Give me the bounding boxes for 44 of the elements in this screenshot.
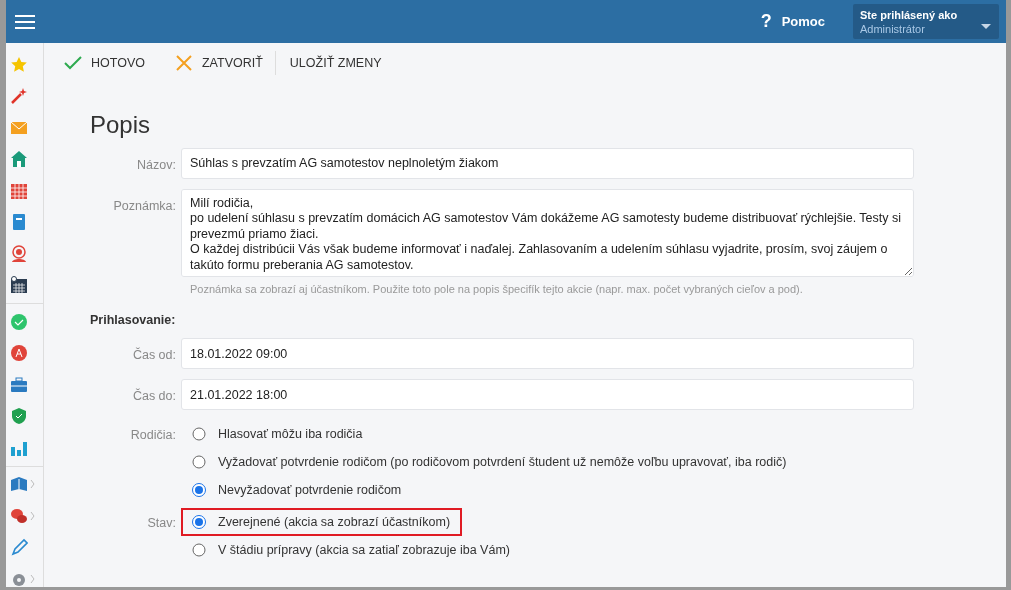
page-title: Popis — [90, 111, 152, 140]
help-icon: ? — [760, 8, 772, 35]
radio-option[interactable]: Zverejnené (akcia sa zobrazí účastníkom) — [181, 508, 463, 537]
grade-badge-icon — [10, 344, 28, 363]
field-label: Poznámka: — [112, 197, 177, 215]
radio-option[interactable]: Hlasovať môžu iba rodičia — [181, 420, 375, 449]
close-icon — [174, 54, 193, 72]
calendar-icon — [10, 181, 28, 200]
briefcase-icon — [10, 375, 28, 394]
star-icon — [10, 55, 28, 74]
section-heading: Prihlasovanie: — [90, 312, 177, 330]
book-icon — [10, 475, 28, 494]
pen-icon — [10, 538, 28, 557]
chevron-icon — [30, 574, 35, 583]
shield-icon — [10, 407, 28, 426]
check-circle-icon — [10, 312, 28, 331]
field-label: Názov: — [136, 156, 177, 174]
note-field[interactable]: Milí rodičia, po udelení súhlasu s prevzatím domácich AG samotestov Vám dokážeme AG samotesty budeme distribuovať rýchlejšie. Testy si prevezmú priamo žiaci. O každej distribúcii Vás však budeme informovať i naďalej. Zahlasovaním a udelením súhlasu vyjadrite, prosím, svoj záujem o takúto formu preberania AG samotestov. — [181, 188, 914, 277]
date-field[interactable]: 18.01.2022 09:00 — [181, 338, 914, 370]
radio-option[interactable]: Vyžadovať potvrdenie rodičom (po rodičovom potvrdení študent už nemôže voľbu upravovať, iba rodič) — [181, 448, 799, 477]
user-dropdown[interactable]: Ste prihlásený ako Administrátor — [853, 4, 999, 39]
magic-wand-icon — [10, 87, 28, 106]
radio-option[interactable]: V štádiu prípravy (akcia sa zatiaľ zobrazuje iba Vám) — [181, 536, 522, 565]
name-field[interactable]: Súhlas s prevzatím AG samotestov neplnoletým žiakom — [181, 147, 914, 179]
done-button[interactable]: HOTOVO — [54, 49, 155, 77]
hint-text: Poznámka sa zobrazí aj účastníkom. Použite toto pole na popis špecifík tejto akcie (napr. max. počet vybraných cieľov a pod). — [189, 281, 804, 297]
chevron-icon — [30, 511, 35, 520]
date-field[interactable]: 21.01.2022 18:00 — [181, 379, 914, 411]
caret-icon — [981, 24, 991, 30]
chevron-icon — [30, 480, 35, 489]
check-icon — [64, 54, 82, 72]
field-label: Čas do: — [131, 387, 177, 406]
person-icon — [10, 244, 28, 263]
field-label: Čas od: — [131, 346, 177, 365]
field-label: Stav: — [146, 515, 177, 533]
close-button[interactable]: ZATVORIŤ — [164, 49, 273, 77]
radio-option[interactable]: Nevyžadovať potvrdenie rodičom — [181, 476, 414, 505]
field-label: Rodičia: — [129, 427, 177, 445]
home-icon — [10, 150, 28, 169]
calendar-icon — [10, 276, 28, 295]
save-button[interactable]: ULOŽIŤ ZMENY — [279, 49, 392, 77]
help-button[interactable]: ? Pomoc — [754, 7, 831, 36]
notebook-icon — [10, 213, 28, 232]
menu-icon — [15, 13, 35, 30]
